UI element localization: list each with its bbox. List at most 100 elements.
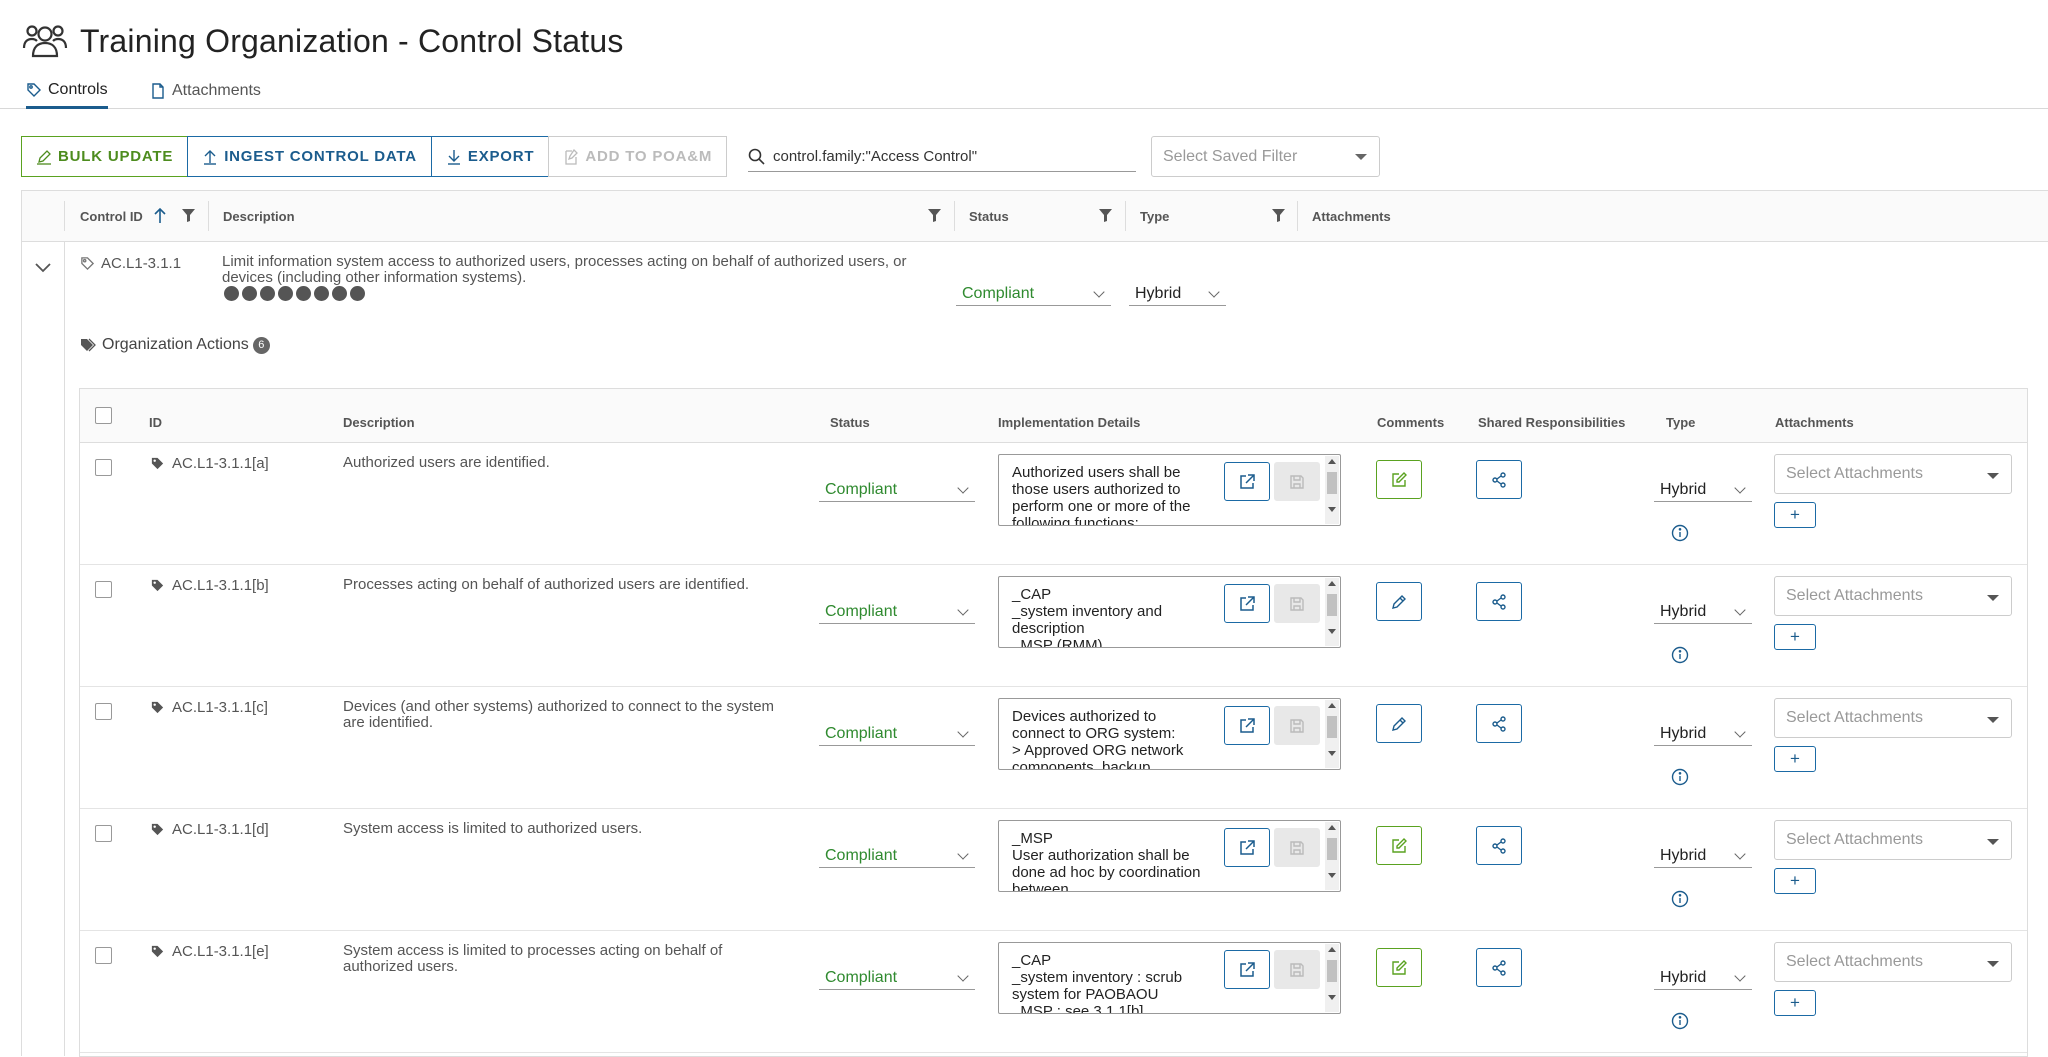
row-type-select[interactable]: Hybrid [1654, 478, 1752, 502]
scroll-up-arrow[interactable] [1328, 459, 1336, 464]
scroll-down-arrow[interactable] [1328, 873, 1336, 878]
scroll-up-arrow[interactable] [1328, 703, 1336, 708]
scroll-up-arrow[interactable] [1328, 581, 1336, 586]
row-status-select[interactable]: Compliant [819, 478, 975, 502]
scrollbar[interactable] [1325, 944, 1339, 1012]
save-button[interactable] [1274, 950, 1320, 989]
shared-responsibilities-button[interactable] [1476, 948, 1522, 987]
filter-icon[interactable] [1099, 209, 1112, 222]
comments-button[interactable] [1376, 704, 1422, 743]
ingest-control-data-button[interactable]: INGEST CONTROL DATA [187, 136, 432, 177]
row-type-select[interactable]: Hybrid [1654, 722, 1752, 746]
filter-icon[interactable] [928, 209, 941, 222]
shared-responsibilities-button[interactable] [1476, 704, 1522, 743]
table-row: AC.L1-3.1.1[a] Authorized users are iden… [80, 442, 2027, 565]
row-type-select[interactable]: Hybrid [1654, 966, 1752, 990]
scrollbar[interactable] [1325, 700, 1339, 768]
scroll-thumb[interactable] [1327, 716, 1337, 738]
comments-button[interactable] [1376, 582, 1422, 621]
select-attachments-dropdown[interactable]: Select Attachments [1774, 698, 2012, 738]
filter-icon[interactable] [1272, 209, 1285, 222]
column-header-type[interactable]: Type [1140, 191, 1169, 241]
save-button[interactable] [1274, 828, 1320, 867]
organization-actions-header[interactable]: Organization Actions 6 [80, 336, 270, 354]
tab-attachments[interactable]: Attachments [150, 74, 261, 107]
info-icon[interactable] [1671, 768, 1689, 786]
row-status-select[interactable]: Compliant [819, 722, 975, 746]
select-attachments-dropdown[interactable]: Select Attachments [1774, 942, 2012, 982]
add-to-poam-button[interactable]: ADD TO POA&M [548, 136, 728, 177]
shared-responsibilities-button[interactable] [1476, 826, 1522, 865]
comments-button[interactable] [1376, 826, 1422, 865]
column-header-attachments[interactable]: Attachments [1312, 191, 1391, 241]
scroll-up-arrow[interactable] [1328, 825, 1336, 830]
column-header-description[interactable]: Description [223, 191, 295, 241]
control-type-select[interactable]: Hybrid [1129, 282, 1226, 306]
comments-button[interactable] [1376, 460, 1422, 499]
sort-ascending-icon[interactable] [153, 207, 167, 224]
row-checkbox[interactable] [95, 459, 112, 476]
chevron-down-icon[interactable] [35, 263, 51, 273]
scroll-thumb[interactable] [1327, 472, 1337, 494]
tab-controls[interactable]: Controls [26, 74, 108, 109]
add-attachment-button[interactable]: + [1774, 502, 1816, 528]
comments-button[interactable] [1376, 948, 1422, 987]
implementation-details-textarea[interactable]: _CAP _system inventory : scrub system fo… [998, 942, 1341, 1014]
select-all-checkbox[interactable] [95, 407, 112, 424]
implementation-details-textarea[interactable]: Devices authorized to connect to ORG sys… [998, 698, 1341, 770]
select-attachments-dropdown[interactable]: Select Attachments [1774, 576, 2012, 616]
open-external-button[interactable] [1224, 584, 1270, 623]
saved-filter-select[interactable]: Select Saved Filter [1151, 136, 1380, 177]
select-attachments-dropdown[interactable]: Select Attachments [1774, 820, 2012, 860]
scroll-thumb[interactable] [1327, 838, 1337, 860]
row-type-select[interactable]: Hybrid [1654, 844, 1752, 868]
add-attachment-button[interactable]: + [1774, 990, 1816, 1016]
scroll-up-arrow[interactable] [1328, 947, 1336, 952]
save-button[interactable] [1274, 706, 1320, 745]
column-header-status[interactable]: Status [969, 191, 1009, 241]
tab-attachments-label: Attachments [172, 81, 261, 99]
info-icon[interactable] [1671, 524, 1689, 542]
search-input[interactable]: control.family:"Access Control" [748, 141, 1136, 172]
scrollbar[interactable] [1325, 456, 1339, 524]
shared-responsibilities-button[interactable] [1476, 460, 1522, 499]
implementation-details-textarea[interactable]: _MSP User authorization shall be done ad… [998, 820, 1341, 892]
scroll-thumb[interactable] [1327, 960, 1337, 982]
scroll-down-arrow[interactable] [1328, 995, 1336, 1000]
info-icon[interactable] [1671, 646, 1689, 664]
scroll-down-arrow[interactable] [1328, 751, 1336, 756]
open-external-button[interactable] [1224, 828, 1270, 867]
add-attachment-button[interactable]: + [1774, 868, 1816, 894]
implementation-details-textarea[interactable]: Authorized users shall be those users au… [998, 454, 1341, 526]
control-status-select[interactable]: Compliant [956, 282, 1111, 306]
info-icon[interactable] [1671, 1012, 1689, 1030]
add-attachment-button[interactable]: + [1774, 746, 1816, 772]
info-icon[interactable] [1671, 890, 1689, 908]
save-button[interactable] [1274, 584, 1320, 623]
bulk-update-button[interactable]: BULK UPDATE [21, 136, 189, 177]
row-checkbox[interactable] [95, 947, 112, 964]
shared-responsibilities-button[interactable] [1476, 582, 1522, 621]
row-checkbox[interactable] [95, 581, 112, 598]
scrollbar[interactable] [1325, 578, 1339, 646]
export-button[interactable]: EXPORT [430, 136, 550, 177]
row-type-select[interactable]: Hybrid [1654, 600, 1752, 624]
add-attachment-button[interactable]: + [1774, 624, 1816, 650]
row-checkbox[interactable] [95, 703, 112, 720]
implementation-details-textarea[interactable]: _CAP _system inventory and description _… [998, 576, 1341, 648]
row-checkbox[interactable] [95, 825, 112, 842]
scroll-down-arrow[interactable] [1328, 629, 1336, 634]
scrollbar[interactable] [1325, 822, 1339, 890]
filter-icon[interactable] [182, 209, 195, 222]
column-header-control-id[interactable]: Control ID [80, 191, 143, 241]
open-external-button[interactable] [1224, 950, 1270, 989]
open-external-button[interactable] [1224, 462, 1270, 501]
select-attachments-dropdown[interactable]: Select Attachments [1774, 454, 2012, 494]
row-status-select[interactable]: Compliant [819, 966, 975, 990]
scroll-down-arrow[interactable] [1328, 507, 1336, 512]
open-external-button[interactable] [1224, 706, 1270, 745]
save-button[interactable] [1274, 462, 1320, 501]
row-status-select[interactable]: Compliant [819, 600, 975, 624]
scroll-thumb[interactable] [1327, 594, 1337, 616]
row-status-select[interactable]: Compliant [819, 844, 975, 868]
